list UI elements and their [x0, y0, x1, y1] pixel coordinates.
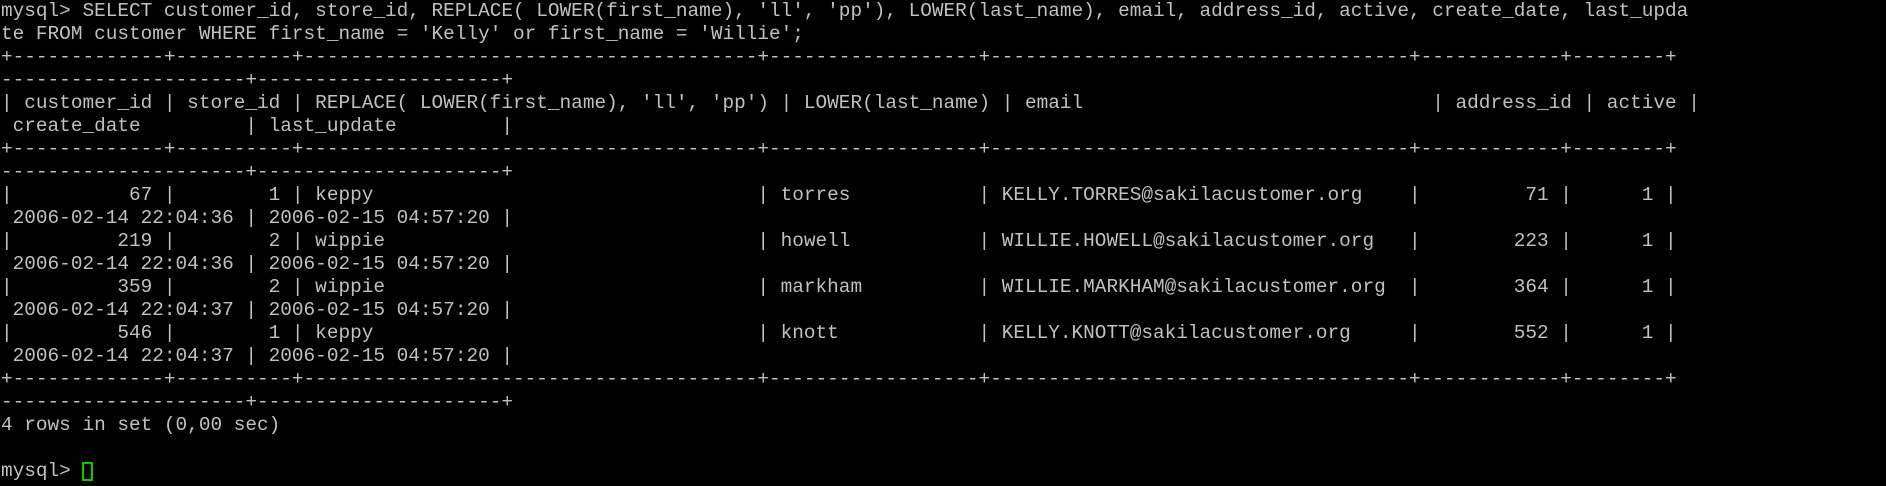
text-cursor — [82, 462, 94, 481]
terminal-line: te FROM customer WHERE first_name = 'Kel… — [1, 23, 804, 45]
table-row: | 219 | 2 | wippie | howell | WILLIE.HOW… — [1, 230, 1677, 252]
table-border: +-------------+----------+--------------… — [1, 138, 1677, 160]
terminal-window[interactable]: mysql> SELECT customer_id, store_id, REP… — [0, 0, 1886, 486]
table-border: ---------------------+------------------… — [1, 69, 513, 91]
command-prompt-line[interactable]: mysql> — [1, 460, 1886, 483]
table-row: 2006-02-14 22:04:37 | 2006-02-15 04:57:2… — [1, 299, 513, 321]
result-summary: 4 rows in set (0,00 sec) — [1, 414, 281, 436]
prompt-text: mysql> — [1, 460, 83, 482]
table-row: | 546 | 1 | keppy | knott | KELLY.KNOTT@… — [1, 322, 1677, 344]
table-border: ---------------------+------------------… — [1, 161, 513, 183]
table-row: | 359 | 2 | wippie | markham | WILLIE.MA… — [1, 276, 1677, 298]
table-border: +-------------+----------+--------------… — [1, 368, 1677, 390]
table-row: 2006-02-14 22:04:36 | 2006-02-15 04:57:2… — [1, 207, 513, 229]
table-row: 2006-02-14 22:04:36 | 2006-02-15 04:57:2… — [1, 253, 513, 275]
table-border: +-------------+----------+--------------… — [1, 46, 1677, 68]
table-header: create_date | last_update | — [1, 115, 513, 137]
table-row: 2006-02-14 22:04:37 | 2006-02-15 04:57:2… — [1, 345, 513, 367]
table-header: | customer_id | store_id | REPLACE( LOWE… — [1, 92, 1700, 114]
terminal-line: mysql> SELECT customer_id, store_id, REP… — [1, 0, 1689, 22]
table-row: | 67 | 1 | keppy | torres | KELLY.TORRES… — [1, 184, 1677, 206]
table-border: ---------------------+------------------… — [1, 391, 513, 413]
